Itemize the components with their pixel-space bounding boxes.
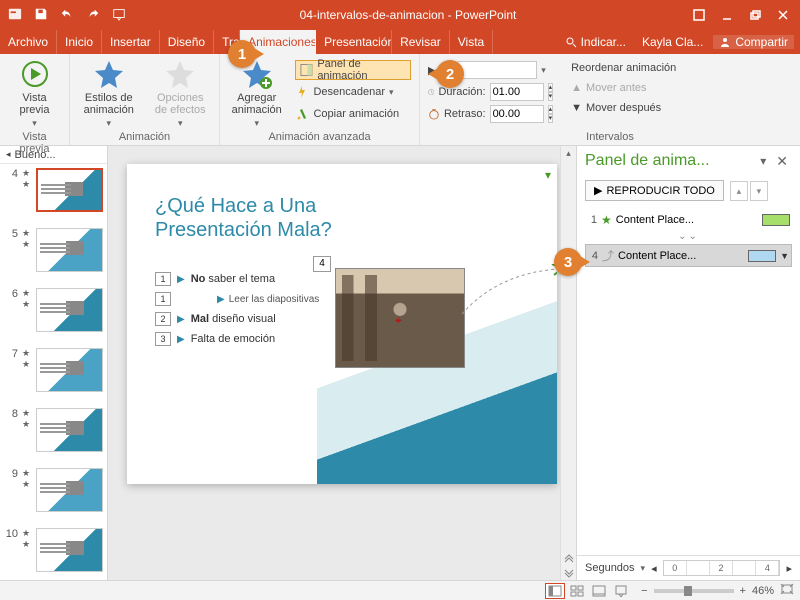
zoom-level[interactable]: 46%	[752, 585, 774, 597]
tab-insert[interactable]: Insertar	[102, 30, 160, 54]
group-timing: Intervalos	[428, 129, 792, 143]
callout-3: 3	[554, 248, 582, 276]
expand-chevron[interactable]: ⌄⌄	[585, 229, 792, 244]
group-preview: Vista previa	[8, 129, 61, 155]
restore-icon[interactable]	[744, 4, 766, 26]
duration-input[interactable]	[490, 83, 544, 101]
anim-item-4[interactable]: 4⤴Content Place...▼	[585, 244, 792, 267]
slide-canvas[interactable]: ▾ ¿Qué Hace a Una Presentación Mala? 1▶N…	[127, 164, 557, 484]
effect-options-icon	[164, 58, 196, 90]
editor-scrollbar[interactable]: ▴	[560, 146, 576, 580]
clock-icon	[428, 89, 434, 95]
tab-view[interactable]: Vista	[450, 30, 493, 54]
start-slideshow-icon[interactable]	[112, 7, 126, 24]
zoom-slider[interactable]	[654, 589, 734, 593]
move-down-button[interactable]: ▾	[750, 181, 768, 201]
save-icon[interactable]	[34, 7, 48, 24]
prev-slide-icon[interactable]	[563, 554, 575, 566]
callout-2: 2	[436, 60, 464, 88]
undo-icon[interactable]	[60, 7, 74, 24]
zoom-in-icon[interactable]: +	[740, 585, 746, 597]
move-after-button[interactable]: ▼Mover después	[571, 98, 676, 118]
delay-icon	[428, 108, 440, 120]
delay-input[interactable]	[490, 105, 544, 123]
slide-image[interactable]	[335, 268, 465, 368]
slide-editor[interactable]: ▾ ¿Qué Hace a Una Presentación Mala? 1▶N…	[108, 146, 576, 580]
reorder-label: Reordenar animación	[571, 58, 676, 78]
view-normal-icon[interactable]	[545, 583, 565, 599]
tab-slideshow[interactable]: Presentación	[316, 30, 392, 54]
next-slide-icon[interactable]	[563, 566, 575, 578]
painter-icon	[295, 107, 309, 121]
move-before-button: ▲Mover antes	[571, 78, 676, 98]
slide-thumbnails[interactable]: ◂Bueno... 4★★5★★6★★7★★8★★9★★10★★11★★	[0, 146, 108, 580]
share-button[interactable]: Compartir	[713, 35, 794, 49]
account-user[interactable]: Kayla Cla...	[636, 35, 709, 49]
group-animation: Animación	[78, 129, 211, 143]
group-advanced-animation: Animación avanzada	[228, 129, 411, 143]
redo-icon[interactable]	[86, 7, 100, 24]
thumbnail-4[interactable]: 4★★	[0, 164, 107, 224]
callout-1: 1	[228, 40, 256, 68]
slide-title[interactable]: ¿Qué Hace a Una Presentación Mala?	[155, 194, 395, 242]
slide-bullets[interactable]: 1▶No saber el tema 1▶Leer las diapositiv…	[155, 272, 319, 352]
tell-me[interactable]: Indicar...	[559, 35, 632, 49]
trigger-button[interactable]: Desencadenar▾	[295, 82, 411, 102]
thumbnail-10[interactable]: 10★★	[0, 524, 107, 580]
close-icon[interactable]	[772, 4, 794, 26]
zoom-control[interactable]: − + 46%	[641, 583, 794, 598]
thumbnail-7[interactable]: 7★★	[0, 344, 107, 404]
motion-path[interactable]	[457, 264, 557, 324]
thumbnail-5[interactable]: 5★★	[0, 224, 107, 284]
effect-options-button: Opciones de efectos▾	[150, 58, 212, 129]
animation-pane: Panel de anima... ▾ ✕ ▶REPRODUCIR TODO ▴…	[576, 146, 800, 580]
thumbnail-9[interactable]: 9★★	[0, 464, 107, 524]
star-icon	[93, 58, 125, 90]
tab-design[interactable]: Diseño	[160, 30, 214, 54]
image-anim-tag: 4	[313, 256, 331, 272]
ribbon: Vista previa▾ Vista previa Estilos de an…	[0, 54, 800, 146]
add-animation-button[interactable]: Agregar animación▾	[228, 58, 285, 129]
start-input[interactable]	[457, 61, 537, 79]
slide-anim-indicator: ▾	[545, 168, 551, 182]
minimize-icon[interactable]	[716, 4, 738, 26]
view-slideshow-icon[interactable]	[611, 583, 631, 599]
pane-menu-icon[interactable]: ▾	[760, 154, 766, 168]
motion-path-anchor[interactable]	[395, 313, 405, 323]
ribbon-tabs: Archivo Inicio Insertar Diseño Tra Anima…	[0, 30, 800, 54]
animation-list[interactable]: 1★Content Place...⌄⌄4⤴Content Place...▼	[577, 205, 800, 273]
animation-styles-button[interactable]: Estilos de animación▾	[78, 58, 140, 129]
pane-close-icon[interactable]: ✕	[772, 153, 792, 170]
anim-item-1[interactable]: 1★Content Place...	[585, 211, 792, 229]
thumbnail-6[interactable]: 6★★	[0, 284, 107, 344]
animation-painter-button[interactable]: Copiar animación	[295, 104, 411, 124]
view-sorter-icon[interactable]	[567, 583, 587, 599]
fit-icon[interactable]	[780, 583, 794, 598]
preview-button[interactable]: Vista previa▾	[8, 58, 61, 129]
pane-icon	[300, 63, 313, 77]
tab-home[interactable]: Inicio	[57, 30, 102, 54]
thumbnail-8[interactable]: 8★★	[0, 404, 107, 464]
status-bar: − + 46%	[0, 580, 800, 600]
tab-file[interactable]: Archivo	[0, 30, 57, 54]
delay-field[interactable]: Retraso: ▴▾	[428, 104, 553, 124]
trigger-icon	[295, 85, 309, 99]
view-reading-icon[interactable]	[589, 583, 609, 599]
ribbon-display-icon[interactable]	[688, 4, 710, 26]
preview-icon	[19, 58, 51, 90]
window-title: 04-intervalos-de-animacion - PowerPoint	[134, 8, 682, 22]
title-bar: 04-intervalos-de-animacion - PowerPoint	[0, 0, 800, 30]
animation-pane-title: Panel de anima...	[585, 152, 754, 170]
zoom-out-icon[interactable]: −	[641, 585, 647, 597]
play-all-button[interactable]: ▶REPRODUCIR TODO	[585, 180, 724, 201]
timeline[interactable]: Segundos▾ ◂ 024 ▸	[577, 555, 800, 580]
move-up-button[interactable]: ▴	[730, 181, 748, 201]
app-icon	[8, 7, 22, 24]
animation-pane-button[interactable]: Panel de animación	[295, 60, 411, 80]
tab-review[interactable]: Revisar	[392, 30, 450, 54]
